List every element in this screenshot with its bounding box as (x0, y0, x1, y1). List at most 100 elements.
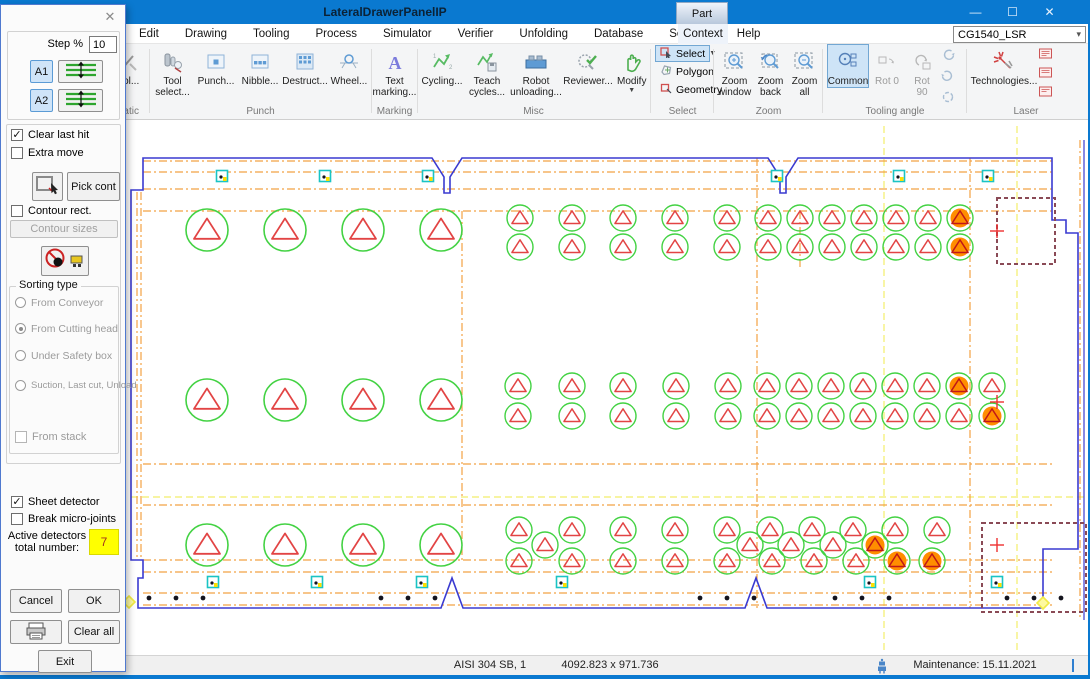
menu-database[interactable]: Database (581, 28, 656, 40)
menu-edit[interactable]: Edit (126, 28, 172, 40)
sheet-detector-mark[interactable] (208, 577, 219, 588)
suction-mark[interactable] (883, 205, 909, 231)
suction-mark-active[interactable] (884, 548, 910, 574)
suction-mark[interactable] (559, 205, 585, 231)
laser-table-icon[interactable] (1038, 47, 1054, 66)
suction-mark[interactable] (662, 205, 688, 231)
sorting-from-conveyor[interactable]: From Conveyor (15, 297, 103, 309)
suction-mark[interactable] (882, 403, 908, 429)
pick-cont-button[interactable]: Pick cont (67, 172, 120, 201)
a1-sort-button[interactable] (58, 60, 103, 83)
suction-mark[interactable] (264, 524, 306, 566)
suction-mark[interactable] (915, 205, 941, 231)
suction-mark[interactable] (786, 373, 812, 399)
sheet-detector-mark[interactable] (772, 171, 783, 182)
print-button[interactable] (10, 620, 62, 644)
sorting-from-cutting-head[interactable]: From Cutting head (15, 323, 118, 335)
suction-mark[interactable] (979, 373, 1005, 399)
suction-last-cut-radio[interactable] (15, 380, 26, 391)
a2-sort-button[interactable] (58, 89, 103, 112)
drawing-canvas[interactable] (0, 120, 1090, 655)
rotate-ccw-icon[interactable] (940, 68, 956, 89)
suction-mark[interactable] (264, 209, 306, 251)
suction-mark[interactable] (851, 205, 877, 231)
suction-mark[interactable] (610, 517, 636, 543)
suction-mark[interactable] (662, 517, 688, 543)
ok-button[interactable]: OK (68, 589, 120, 613)
suction-mark[interactable] (851, 234, 877, 260)
suction-mark[interactable] (506, 548, 532, 574)
a2-button[interactable]: A2 (30, 89, 53, 112)
close-icon[interactable]: ✕ (1031, 0, 1068, 24)
sheet-detector-mark[interactable] (312, 577, 323, 588)
suction-mark[interactable] (559, 234, 585, 260)
suction-mark[interactable] (754, 403, 780, 429)
cancel-button[interactable]: Cancel (10, 589, 62, 613)
from-cutting-head-radio[interactable] (15, 323, 26, 334)
suction-mark[interactable] (342, 209, 384, 251)
suction-mark[interactable] (883, 234, 909, 260)
sheet-detector-mark[interactable] (992, 577, 1003, 588)
menu-simulator[interactable]: Simulator (370, 28, 445, 40)
wheel-button[interactable]: Wheel... (329, 44, 369, 88)
extra-move-checkbox[interactable] (11, 147, 23, 159)
suction-mark-active[interactable] (946, 373, 972, 399)
contour-rect-row[interactable]: Contour rect. (11, 205, 92, 217)
suction-mark[interactable] (820, 532, 846, 558)
selection-rect[interactable] (997, 198, 1055, 264)
suction-mark[interactable] (420, 379, 462, 421)
suction-mark[interactable] (946, 403, 972, 429)
polygon-button[interactable]: Polygon (655, 63, 710, 80)
suction-mark[interactable] (882, 373, 908, 399)
sheet-detector-mark[interactable] (557, 577, 568, 588)
sheet-detector-checkbox[interactable] (11, 496, 23, 508)
suction-mark[interactable] (818, 373, 844, 399)
suction-mark[interactable] (610, 548, 636, 574)
nibble-button[interactable]: Nibble... (239, 44, 281, 88)
technologies-button[interactable]: Technologies... (971, 44, 1037, 88)
suction-mark[interactable] (559, 403, 585, 429)
suction-mark-active[interactable] (947, 234, 973, 260)
suction-mark-active[interactable] (919, 548, 945, 574)
suction-mark-active[interactable] (947, 205, 973, 231)
suction-mark-active[interactable] (862, 532, 888, 558)
part-context-tab[interactable]: Part (676, 2, 728, 24)
suction-mark[interactable] (559, 548, 585, 574)
common-angle-button[interactable]: Common (827, 44, 869, 88)
from-stack-row[interactable]: From stack (15, 431, 86, 443)
sheet-detector-mark[interactable] (423, 171, 434, 182)
machine-select[interactable]: CG1540_LSR ▾ (953, 26, 1086, 43)
from-stack-checkbox[interactable] (15, 431, 27, 443)
suction-mark[interactable] (662, 548, 688, 574)
rot-90-button[interactable]: Rot 90 (905, 44, 939, 99)
sorting-suction-last-cut[interactable]: Suction, Last cut, Unload (15, 380, 137, 391)
modify-button[interactable]: Modify ▼ (614, 44, 649, 96)
menu-verifier[interactable]: Verifier (445, 28, 507, 40)
suction-mark[interactable] (186, 209, 228, 251)
suction-mark[interactable] (786, 403, 812, 429)
extra-move-row[interactable]: Extra move (11, 147, 84, 159)
rot-0-button[interactable]: Rot 0 (871, 44, 903, 88)
sheet-detector-row[interactable]: Sheet detector (11, 496, 100, 508)
reviewer-button[interactable]: Reviewer... (564, 44, 612, 88)
suction-mark[interactable] (420, 209, 462, 251)
suction-mark[interactable] (663, 373, 689, 399)
suction-mark[interactable] (559, 373, 585, 399)
rect-pick-button[interactable] (32, 172, 63, 201)
suction-mark[interactable] (714, 205, 740, 231)
suction-mark[interactable] (778, 532, 804, 558)
geometry-button[interactable]: Geometry (655, 81, 710, 98)
suction-mark[interactable] (715, 373, 741, 399)
suction-mark[interactable] (507, 205, 533, 231)
suction-mark[interactable] (819, 205, 845, 231)
break-micro-joints-checkbox[interactable] (11, 513, 23, 525)
zoom-window-button[interactable]: Zoom window (717, 44, 752, 99)
sheet-detector-mark[interactable] (417, 577, 428, 588)
suction-mark[interactable] (610, 234, 636, 260)
under-safety-box-radio[interactable] (15, 350, 26, 361)
menu-unfolding[interactable]: Unfolding (506, 28, 581, 40)
suction-mark[interactable] (506, 517, 532, 543)
suction-mark[interactable] (662, 234, 688, 260)
suction-mark[interactable] (818, 403, 844, 429)
robot-unloading-button[interactable]: Robot unloading... (510, 44, 562, 99)
